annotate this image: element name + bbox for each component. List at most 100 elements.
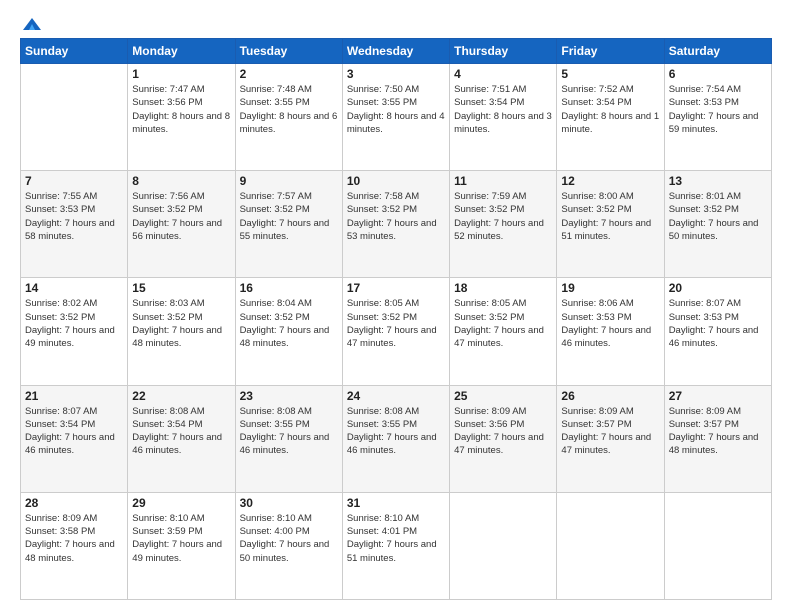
day-number: 2 (240, 67, 338, 81)
day-info: Sunrise: 7:54 AMSunset: 3:53 PMDaylight:… (669, 83, 767, 136)
calendar-week-row: 14 Sunrise: 8:02 AMSunset: 3:52 PMDayligh… (21, 278, 772, 385)
page: SundayMondayTuesdayWednesdayThursdayFrid… (0, 0, 792, 612)
calendar-cell: 16 Sunrise: 8:04 AMSunset: 3:52 PMDayligh… (235, 278, 342, 385)
calendar-cell: 2Sunrise: 7:48 AMSunset: 3:55 PMDaylight… (235, 64, 342, 171)
day-number: 6 (669, 67, 767, 81)
day-info: Sunrise: 8:09 AMSunset: 3:56 PMDaylight:… (454, 405, 552, 458)
day-info: Sunrise: 7:52 AMSunset: 3:54 PMDaylight:… (561, 83, 659, 136)
day-info: Sunrise: 8:02 AMSunset: 3:52 PMDaylight:… (25, 297, 123, 350)
calendar-cell (450, 492, 557, 599)
day-info: Sunrise: 7:55 AMSunset: 3:53 PMDaylight:… (25, 190, 123, 243)
day-number: 22 (132, 389, 230, 403)
calendar-cell: 21 Sunrise: 8:07 AMSunset: 3:54 PMDayligh… (21, 385, 128, 492)
calendar-cell: 17 Sunrise: 8:05 AMSunset: 3:52 PMDayligh… (342, 278, 449, 385)
day-number: 24 (347, 389, 445, 403)
weekday-header: Tuesday (235, 39, 342, 64)
calendar-cell: 6 Sunrise: 7:54 AMSunset: 3:53 PMDaylight… (664, 64, 771, 171)
day-number: 14 (25, 281, 123, 295)
day-number: 5 (561, 67, 659, 81)
day-number: 12 (561, 174, 659, 188)
calendar-cell: 7Sunrise: 7:55 AMSunset: 3:53 PMDaylight… (21, 171, 128, 278)
day-info: Sunrise: 8:05 AMSunset: 3:52 PMDaylight:… (454, 297, 552, 350)
day-number: 10 (347, 174, 445, 188)
day-number: 18 (454, 281, 552, 295)
day-info: Sunrise: 8:06 AMSunset: 3:53 PMDaylight:… (561, 297, 659, 350)
day-info: Sunrise: 8:07 AMSunset: 3:54 PMDaylight:… (25, 405, 123, 458)
day-info: Sunrise: 8:01 AMSunset: 3:52 PMDaylight:… (669, 190, 767, 243)
day-number: 30 (240, 496, 338, 510)
calendar-week-row: 28 Sunrise: 8:09 AMSunset: 3:58 PMDayligh… (21, 492, 772, 599)
day-info: Sunrise: 7:57 AMSunset: 3:52 PMDaylight:… (240, 190, 338, 243)
day-number: 3 (347, 67, 445, 81)
calendar-cell: 15 Sunrise: 8:03 AMSunset: 3:52 PMDayligh… (128, 278, 235, 385)
calendar-table: SundayMondayTuesdayWednesdayThursdayFrid… (20, 38, 772, 600)
day-number: 13 (669, 174, 767, 188)
day-number: 9 (240, 174, 338, 188)
weekday-header: Saturday (664, 39, 771, 64)
calendar-cell: 1 Sunrise: 7:47 AMSunset: 3:56 PMDaylight… (128, 64, 235, 171)
day-number: 26 (561, 389, 659, 403)
logo (20, 16, 43, 30)
calendar-cell: 4 Sunrise: 7:51 AMSunset: 3:54 PMDaylight… (450, 64, 557, 171)
calendar-cell: 9 Sunrise: 7:57 AMSunset: 3:52 PMDaylight… (235, 171, 342, 278)
calendar-cell: 25 Sunrise: 8:09 AMSunset: 3:56 PMDayligh… (450, 385, 557, 492)
calendar-cell: 26 Sunrise: 8:09 AMSunset: 3:57 PMDayligh… (557, 385, 664, 492)
calendar-cell (557, 492, 664, 599)
calendar-cell (21, 64, 128, 171)
calendar-cell: 18 Sunrise: 8:05 AMSunset: 3:52 PMDayligh… (450, 278, 557, 385)
calendar-cell: 11 Sunrise: 7:59 AMSunset: 3:52 PMDayligh… (450, 171, 557, 278)
calendar-cell (664, 492, 771, 599)
day-info: Sunrise: 8:09 AMSunset: 3:57 PMDaylight:… (669, 405, 767, 458)
logo-icon (21, 16, 43, 32)
day-info: Sunrise: 8:08 AMSunset: 3:55 PMDaylight:… (240, 405, 338, 458)
day-info: Sunrise: 7:58 AMSunset: 3:52 PMDaylight:… (347, 190, 445, 243)
day-info: Sunrise: 7:51 AMSunset: 3:54 PMDaylight:… (454, 83, 552, 136)
calendar-week-row: 21 Sunrise: 8:07 AMSunset: 3:54 PMDayligh… (21, 385, 772, 492)
calendar-cell: 24Sunrise: 8:08 AMSunset: 3:55 PMDayligh… (342, 385, 449, 492)
day-info: Sunrise: 8:09 AMSunset: 3:58 PMDaylight:… (25, 512, 123, 565)
day-info: Sunrise: 8:07 AMSunset: 3:53 PMDaylight:… (669, 297, 767, 350)
day-number: 1 (132, 67, 230, 81)
day-info: Sunrise: 7:56 AMSunset: 3:52 PMDaylight:… (132, 190, 230, 243)
weekday-header: Friday (557, 39, 664, 64)
calendar-cell: 29Sunrise: 8:10 AMSunset: 3:59 PMDayligh… (128, 492, 235, 599)
weekday-header: Wednesday (342, 39, 449, 64)
day-info: Sunrise: 8:05 AMSunset: 3:52 PMDaylight:… (347, 297, 445, 350)
weekday-header: Sunday (21, 39, 128, 64)
calendar-cell: 27Sunrise: 8:09 AMSunset: 3:57 PMDayligh… (664, 385, 771, 492)
weekday-header: Monday (128, 39, 235, 64)
day-info: Sunrise: 8:03 AMSunset: 3:52 PMDaylight:… (132, 297, 230, 350)
day-number: 15 (132, 281, 230, 295)
day-number: 8 (132, 174, 230, 188)
header (20, 16, 772, 30)
day-info: Sunrise: 8:00 AMSunset: 3:52 PMDaylight:… (561, 190, 659, 243)
day-info: Sunrise: 8:10 AMSunset: 4:00 PMDaylight:… (240, 512, 338, 565)
calendar-cell: 20 Sunrise: 8:07 AMSunset: 3:53 PMDayligh… (664, 278, 771, 385)
calendar-cell: 22Sunrise: 8:08 AMSunset: 3:54 PMDayligh… (128, 385, 235, 492)
day-info: Sunrise: 8:04 AMSunset: 3:52 PMDaylight:… (240, 297, 338, 350)
day-info: Sunrise: 7:50 AMSunset: 3:55 PMDaylight:… (347, 83, 445, 136)
day-number: 4 (454, 67, 552, 81)
calendar-cell: 3 Sunrise: 7:50 AMSunset: 3:55 PMDaylight… (342, 64, 449, 171)
calendar-cell: 31Sunrise: 8:10 AMSunset: 4:01 PMDayligh… (342, 492, 449, 599)
calendar-week-row: 7Sunrise: 7:55 AMSunset: 3:53 PMDaylight… (21, 171, 772, 278)
weekday-header: Thursday (450, 39, 557, 64)
day-number: 16 (240, 281, 338, 295)
day-info: Sunrise: 7:59 AMSunset: 3:52 PMDaylight:… (454, 190, 552, 243)
day-number: 17 (347, 281, 445, 295)
day-number: 23 (240, 389, 338, 403)
day-info: Sunrise: 8:09 AMSunset: 3:57 PMDaylight:… (561, 405, 659, 458)
day-number: 28 (25, 496, 123, 510)
day-number: 19 (561, 281, 659, 295)
calendar-week-row: 1 Sunrise: 7:47 AMSunset: 3:56 PMDaylight… (21, 64, 772, 171)
calendar-cell: 19 Sunrise: 8:06 AMSunset: 3:53 PMDayligh… (557, 278, 664, 385)
calendar-cell: 12 Sunrise: 8:00 AMSunset: 3:52 PMDayligh… (557, 171, 664, 278)
day-number: 11 (454, 174, 552, 188)
day-number: 25 (454, 389, 552, 403)
calendar-cell: 5 Sunrise: 7:52 AMSunset: 3:54 PMDaylight… (557, 64, 664, 171)
day-number: 29 (132, 496, 230, 510)
day-number: 21 (25, 389, 123, 403)
day-number: 20 (669, 281, 767, 295)
day-info: Sunrise: 7:47 AMSunset: 3:56 PMDaylight:… (132, 83, 230, 136)
day-info: Sunrise: 8:10 AMSunset: 4:01 PMDaylight:… (347, 512, 445, 565)
